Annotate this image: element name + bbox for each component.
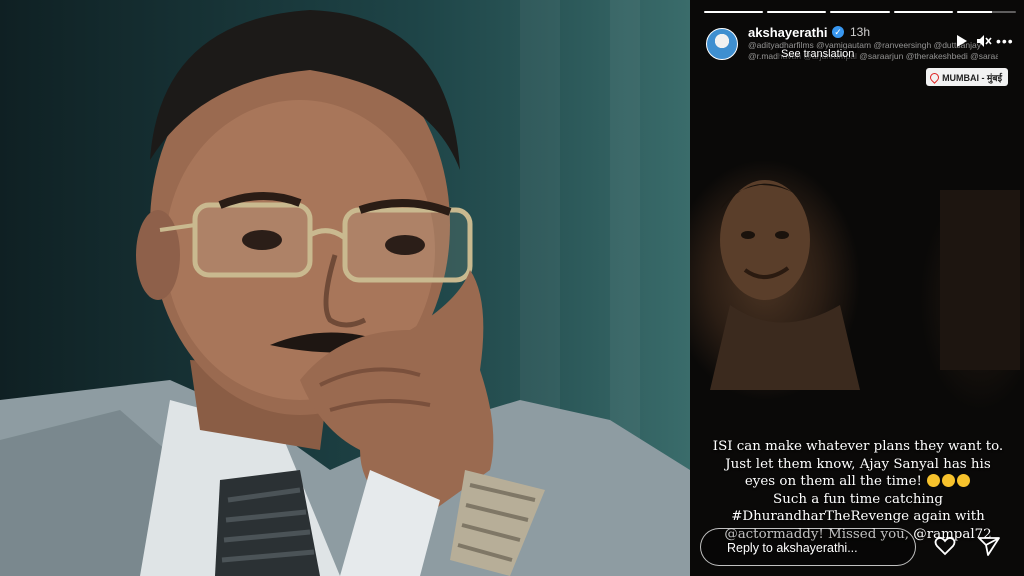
progress-segment: [767, 11, 827, 13]
tongue-out-emoji-icon: [957, 474, 971, 487]
progress-fill: [704, 11, 764, 13]
more-icon[interactable]: •••: [996, 34, 1014, 48]
reply-input[interactable]: Reply to akshayerathi...: [700, 528, 916, 566]
progress-segment: [830, 11, 890, 13]
mute-icon[interactable]: [976, 34, 992, 50]
caption-line: ISI can make whatever plans they want to…: [712, 439, 1004, 454]
post-time: 13h: [850, 25, 871, 39]
see-translation-link[interactable]: See translation: [778, 48, 858, 60]
story-progress: [704, 11, 1017, 13]
verified-badge-icon: ✓: [832, 26, 844, 38]
location-pin-icon: [928, 70, 941, 84]
progress-segment: [893, 11, 953, 13]
progress-fill: [956, 11, 993, 13]
progress-fill: [893, 11, 953, 13]
progress-fill: [767, 11, 827, 13]
caption-line: eyes on them all the time!: [708, 473, 1008, 491]
man-with-glasses-illustration: [0, 10, 690, 576]
avatar[interactable]: [706, 28, 738, 60]
caption-line: Such a fun time catching: [773, 491, 943, 507]
caption-line: Just let them know, Ajay Sanyal has his: [725, 456, 991, 472]
instagram-story: akshayerathi ✓ 13h @adityadharfilms @yam…: [690, 0, 1024, 576]
sunglasses-emoji-icon: [942, 474, 956, 487]
location-sticker[interactable]: MUMBAI - मुंबई: [926, 68, 1008, 86]
story-header: akshayerathi ✓ 13h @adityadharfilms @yam…: [704, 24, 1014, 64]
story-photo: [690, 130, 1024, 450]
caption-line: #DhurandharTheRevenge again with: [731, 509, 985, 524]
play-icon[interactable]: [956, 34, 968, 50]
location-label: MUMBAI - मुंबई: [942, 72, 1002, 83]
username[interactable]: akshayerathi: [748, 25, 828, 40]
caption-text: eyes on them all the time!: [744, 474, 922, 489]
send-icon[interactable]: [978, 536, 1000, 560]
progress-segment: [956, 11, 1017, 13]
progress-segment: [704, 11, 764, 13]
heart-icon[interactable]: [934, 536, 956, 560]
progress-fill: [830, 11, 890, 13]
smiling-man-illustration: [710, 180, 1020, 390]
poster-photo: [0, 0, 690, 576]
relieved-emoji-icon: [927, 474, 941, 487]
